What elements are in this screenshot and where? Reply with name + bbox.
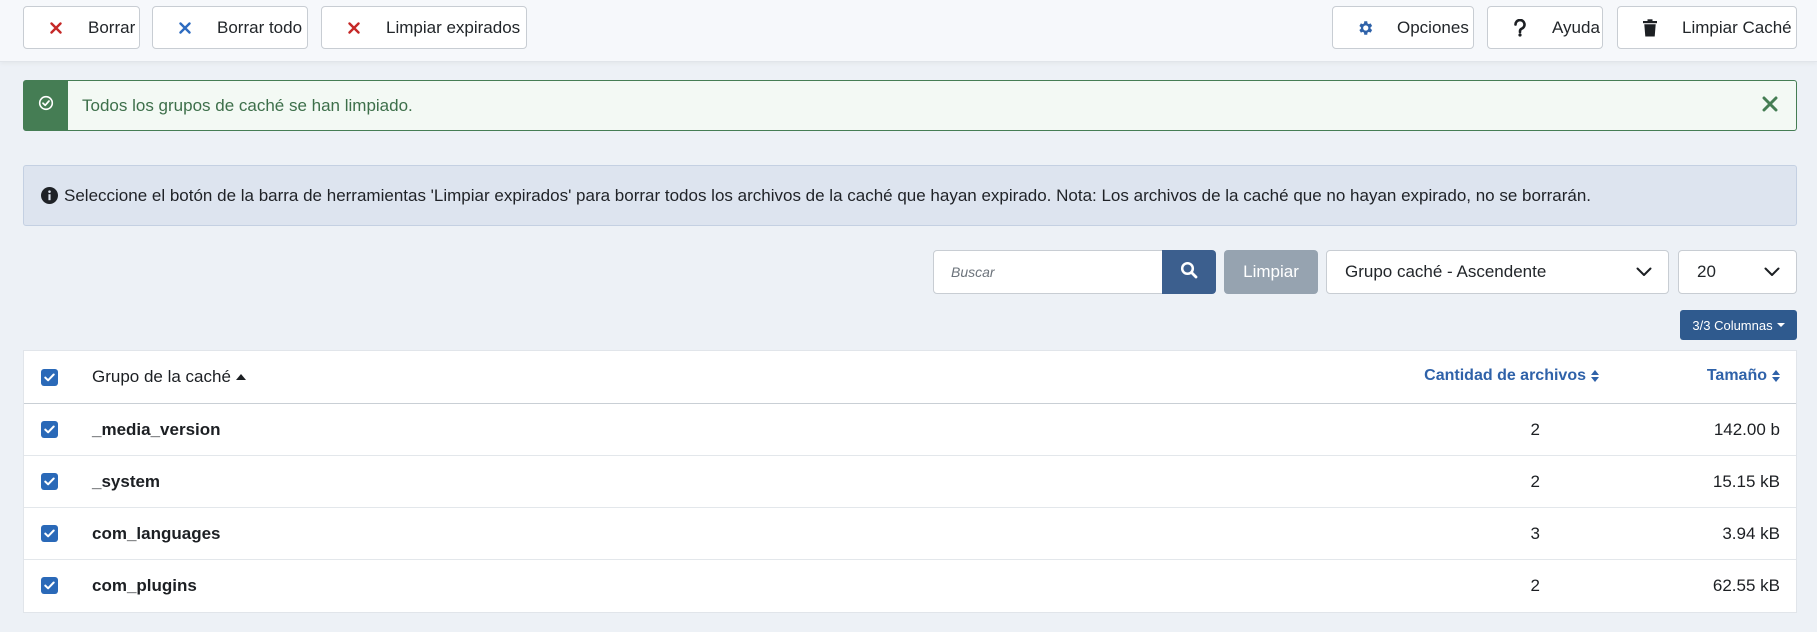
delete-button[interactable]: Borrar <box>23 6 140 49</box>
row-checkbox[interactable] <box>41 473 58 490</box>
clear-cache-button[interactable]: Limpiar Caché <box>1617 6 1797 49</box>
file-count: 3 <box>1530 524 1540 543</box>
clear-expired-button[interactable]: Limpiar expirados <box>321 6 527 49</box>
select-all-checkbox[interactable] <box>41 369 58 386</box>
gear-icon <box>1353 19 1377 37</box>
sort-icon <box>1772 370 1780 382</box>
row-checkbox[interactable] <box>41 421 58 438</box>
sort-asc-icon <box>235 374 246 380</box>
toolbar: Borrar Borrar todo Limpiar expirados Opc… <box>0 0 1817 62</box>
table-row: _system 2 15.15 kB <box>24 456 1796 508</box>
info-message: Seleccione el botón de la barra de herra… <box>64 185 1592 205</box>
file-count: 2 <box>1530 472 1540 491</box>
cache-group-name: com_languages <box>92 524 221 543</box>
count-header-label: Cantidad de archivos <box>1424 367 1586 384</box>
chevron-down-icon <box>1748 251 1796 293</box>
group-header-label: Grupo de la caché <box>92 367 231 386</box>
table-row: com_plugins 2 62.55 kB <box>24 560 1796 612</box>
alert-icon-area <box>24 81 68 130</box>
size-column-header[interactable]: Tamaño <box>1707 367 1780 385</box>
limit-select[interactable]: 20 <box>1678 250 1797 294</box>
columns-label: 3/3 Columnas <box>1692 317 1773 333</box>
chevron-down-icon <box>1620 251 1668 293</box>
cache-size: 142.00 b <box>1713 420 1780 439</box>
delete-all-button[interactable]: Borrar todo <box>152 6 308 49</box>
ordering-select[interactable]: Grupo caché - Ascendente <box>1326 250 1669 294</box>
alert-close-button[interactable] <box>1758 94 1782 118</box>
check-circle-icon <box>38 95 54 116</box>
ordering-selected-value: Grupo caché - Ascendente <box>1345 262 1547 281</box>
cache-size: 62.55 kB <box>1712 576 1780 595</box>
table-row: _media_version 2 142.00 b <box>24 404 1796 456</box>
cache-table: Grupo de la caché Cantidad de archivos T… <box>23 350 1797 613</box>
delete-all-label: Borrar todo <box>217 17 303 37</box>
size-header-label: Tamaño <box>1706 367 1767 384</box>
row-checkbox[interactable] <box>41 577 58 594</box>
close-icon <box>1762 96 1778 117</box>
trash-icon <box>1638 18 1662 37</box>
table-row: com_languages 3 3.94 kB <box>24 508 1796 560</box>
info-alert: Seleccione el botón de la barra de herra… <box>23 165 1797 226</box>
question-icon <box>1508 18 1532 37</box>
info-circle-icon <box>41 187 58 204</box>
file-count: 2 <box>1530 420 1540 439</box>
clear-expired-label: Limpiar expirados <box>386 17 521 37</box>
group-column-header[interactable]: Grupo de la caché <box>92 367 246 387</box>
x-icon <box>342 21 366 34</box>
cache-size: 15.15 kB <box>1712 472 1780 491</box>
file-count: 2 <box>1530 576 1540 595</box>
success-alert: Todos los grupos de caché se han limpiad… <box>23 80 1797 131</box>
alert-message: Todos los grupos de caché se han limpiad… <box>82 95 413 115</box>
sort-icon <box>1591 370 1599 382</box>
cache-group-name: com_plugins <box>92 576 197 595</box>
clear-filter-button[interactable]: Limpiar <box>1224 250 1318 294</box>
search-input[interactable] <box>933 250 1163 294</box>
cache-size: 3.94 kB <box>1722 524 1780 543</box>
clear-cache-label: Limpiar Caché <box>1682 17 1792 37</box>
table-header-row: Grupo de la caché Cantidad de archivos T… <box>24 351 1796 404</box>
cache-group-name: _system <box>92 472 161 491</box>
limit-selected-value: 20 <box>1697 262 1716 281</box>
cache-group-name: _media_version <box>92 420 221 439</box>
search-icon <box>1180 261 1198 284</box>
columns-toggle-button[interactable]: 3/3 Columnas <box>1680 310 1797 340</box>
row-checkbox[interactable] <box>41 525 58 542</box>
search-button[interactable] <box>1162 250 1216 294</box>
x-icon <box>44 21 68 34</box>
options-label: Opciones <box>1397 17 1469 37</box>
help-button[interactable]: Ayuda <box>1487 6 1603 49</box>
x-icon <box>173 21 197 34</box>
delete-label: Borrar <box>88 17 136 37</box>
caret-down-icon <box>1776 323 1785 327</box>
count-column-header[interactable]: Cantidad de archivos <box>1424 367 1599 385</box>
help-label: Ayuda <box>1552 17 1600 37</box>
options-button[interactable]: Opciones <box>1332 6 1474 49</box>
